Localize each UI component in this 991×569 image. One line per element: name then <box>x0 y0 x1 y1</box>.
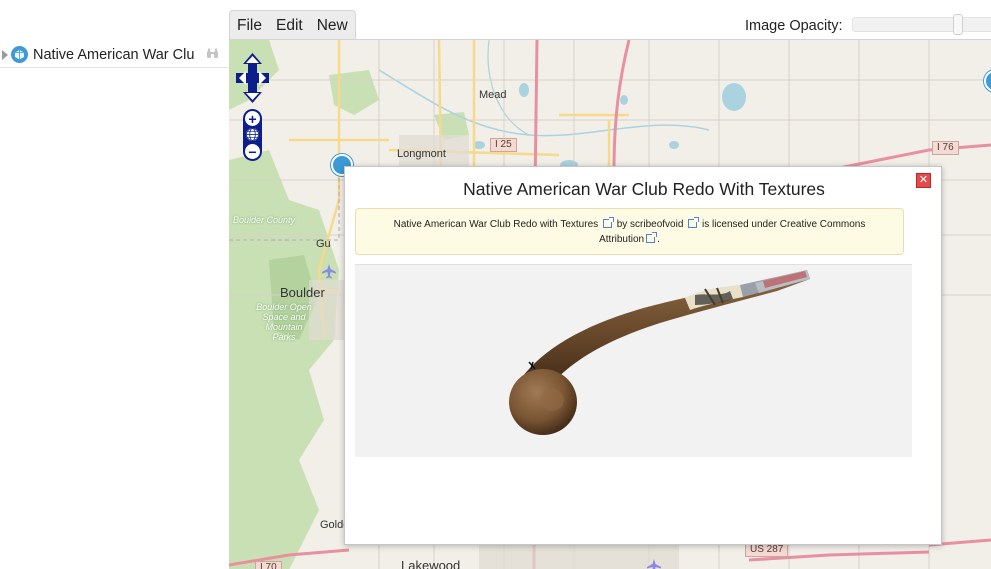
attribution-box: Native American War Club Redo with Textu… <box>355 208 904 255</box>
tree-item-war-club[interactable]: Native American War Clu <box>0 42 228 68</box>
map-label-boulder-open-space: Boulder Open Space and Mountain Parks <box>256 302 312 342</box>
tree-item-label: Native American War Clu <box>33 46 195 63</box>
road-shield-i70: I 70 <box>255 561 282 569</box>
attribution-licensed: is licensed under Creative Commons <box>701 219 866 230</box>
image-opacity-label: Image Opacity: <box>745 18 843 34</box>
model-popup: ✕ Native American War Club Redo With Tex… <box>344 166 942 545</box>
external-link-icon[interactable] <box>602 217 614 228</box>
object-icon <box>11 46 28 63</box>
zoom-out-button[interactable]: − <box>245 144 260 159</box>
image-opacity-slider[interactable] <box>852 14 991 35</box>
external-link-icon[interactable] <box>688 217 700 228</box>
pan-control[interactable] <box>235 52 270 104</box>
attribution-work-link[interactable]: Native American War Club Redo with Textu… <box>394 219 599 230</box>
map-label-boulder: Boulder <box>280 285 325 300</box>
map-label-boulder-county: Boulder County <box>233 215 296 225</box>
menu-file[interactable]: File <box>230 11 269 39</box>
external-link-icon[interactable] <box>646 232 658 243</box>
popup-title: Native American War Club Redo With Textu… <box>463 179 825 199</box>
image-opacity-slider-handle[interactable] <box>953 14 963 35</box>
attribution-end: . <box>657 234 660 245</box>
map-label-lakewood: Lakewood <box>401 558 461 569</box>
attribution-license-link[interactable]: Attribution <box>599 234 644 245</box>
road-shield-i76: I 76 <box>932 141 959 155</box>
map-label-gu: Gu <box>316 238 331 250</box>
map-label-mead: Mead <box>479 89 507 101</box>
menu-bar: File Edit New <box>229 10 356 39</box>
binoculars-icon[interactable] <box>206 48 219 62</box>
menu-edit[interactable]: Edit <box>269 11 310 39</box>
globe-icon[interactable] <box>245 127 260 142</box>
layer-tree-panel: Native American War Clu <box>0 0 228 569</box>
road-shield-i25: I 25 <box>490 138 517 152</box>
map-label-longmont: Longmont <box>397 148 446 160</box>
model-viewer[interactable] <box>355 264 912 457</box>
war-club-model-image <box>509 270 810 435</box>
zoom-in-button[interactable]: + <box>245 111 260 126</box>
expand-arrow-icon[interactable] <box>2 49 8 60</box>
app-root: Native American War Clu File Edit New Im… <box>0 0 991 569</box>
zoom-control: + − <box>243 109 262 161</box>
road-shield-us287: US 287 <box>745 543 789 557</box>
attribution-author-link[interactable]: scribeofvoid <box>630 219 683 230</box>
attribution-by: by <box>616 219 628 230</box>
menu-new[interactable]: New <box>310 11 355 39</box>
